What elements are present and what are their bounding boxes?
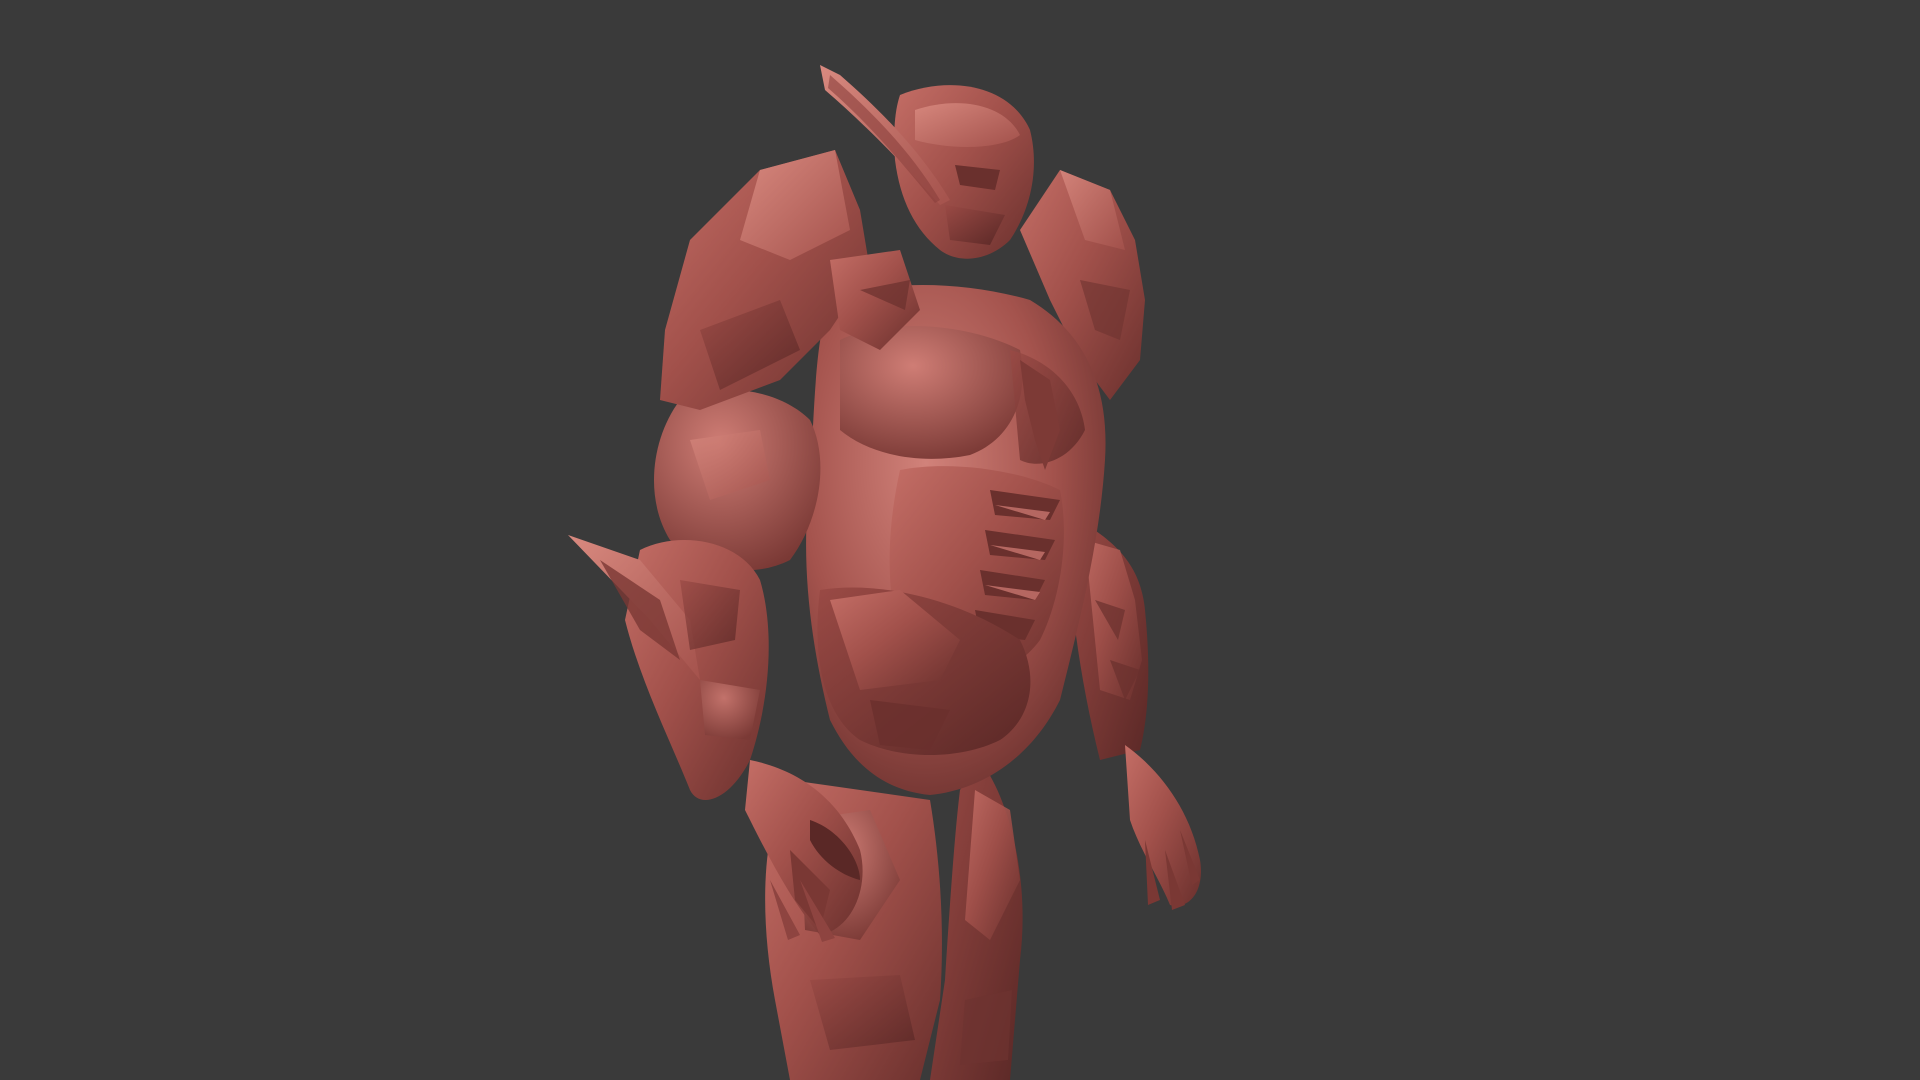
model-render[interactable]	[0, 0, 1920, 1080]
left-forearm-gauntlet[interactable]	[568, 535, 769, 800]
3d-viewport[interactable]	[0, 0, 1920, 1080]
right-hand[interactable]	[1125, 745, 1201, 910]
right-leg[interactable]	[930, 760, 1023, 1080]
